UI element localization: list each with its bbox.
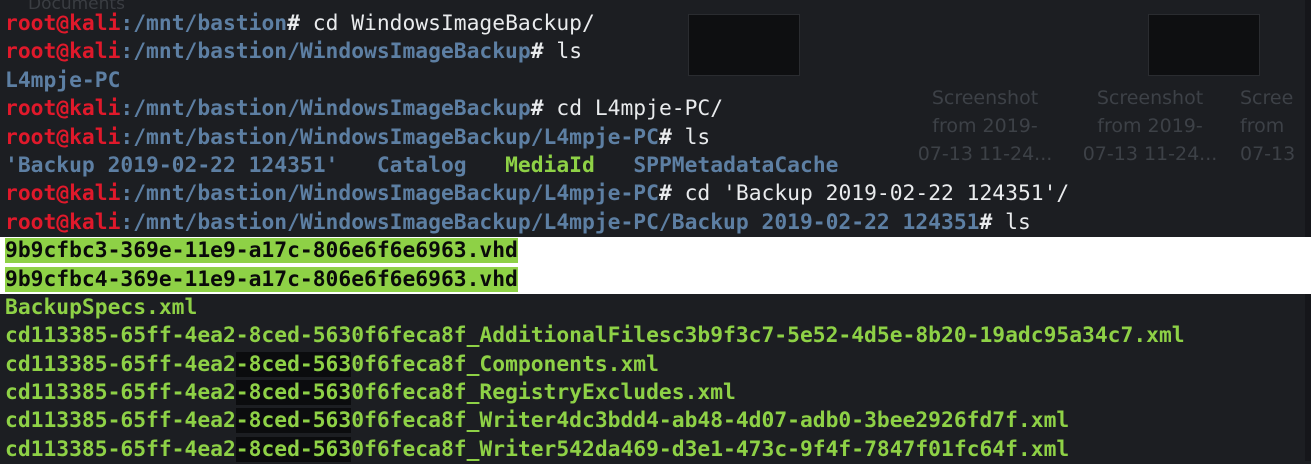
prompt-symbol: #	[658, 181, 672, 207]
ls-output-line: cd113385-65ff-4ea2-8ced-5630f6feca8f_Com…	[5, 351, 1311, 379]
file-entry: cd113385-65ff-4ea2	[5, 351, 236, 377]
file-entry: cd113385-65ff-4ea2-8ced-5630f6feca8f_Add…	[5, 323, 1185, 349]
prompt-path: :/mnt/bastion/WindowsImageBackup/L4mpje-…	[120, 124, 659, 150]
directory-entry: 'Backup 2019-02-22 124351'	[5, 152, 339, 178]
command-text: ls	[671, 124, 711, 150]
file-entry-fragment: -8ced-563	[235, 436, 352, 462]
prompt-symbol: #	[658, 124, 672, 150]
file-entry-fragment: 0f6feca8f_RegistryExcludes.xml	[351, 380, 736, 406]
vhd-file-entry[interactable]: 9b9cfbc3-369e-11e9-a17c-806e6f6e6963.vhd	[5, 238, 518, 264]
ls-output-line: cd113385-65ff-4ea2-8ced-5630f6feca8f_Wri…	[5, 407, 1311, 435]
directory-entry: L4mpje-PC	[5, 67, 121, 93]
file-entry-fragment: -8ced-563	[235, 380, 352, 406]
file-entry: cd113385-65ff-4ea2	[5, 408, 236, 434]
command-text: cd 'Backup 2019-02-22 124351'/	[671, 181, 1070, 207]
command-text: ls	[543, 39, 583, 65]
file-entry-fragment: 0f6feca8f_Writer4dc3bdd4-ab48-4d07-adb0-…	[351, 408, 1070, 434]
prompt-path: :/mnt/bastion/WindowsImageBackup	[120, 96, 531, 122]
ls-output-line-selected[interactable]: 9b9cfbc4-369e-11e9-a17c-806e6f6e6963.vhd	[0, 265, 1311, 294]
prompt-line: root@kali:/mnt/bastion/WindowsImageBacku…	[5, 124, 1311, 152]
prompt-user-host: root@kali	[5, 209, 121, 235]
prompt-user-host: root@kali	[5, 39, 121, 65]
ls-output-line: cd113385-65ff-4ea2-8ced-5630f6feca8f_Wri…	[5, 436, 1311, 464]
terminal-output[interactable]: root@kali:/mnt/bastion# cd WindowsImageB…	[0, 0, 1311, 464]
prompt-line: root@kali:/mnt/bastion/WindowsImageBacku…	[5, 95, 1311, 123]
prompt-line: root@kali:/mnt/bastion# cd WindowsImageB…	[5, 10, 1311, 38]
prompt-user-host: root@kali	[5, 124, 121, 150]
prompt-user-host: root@kali	[5, 181, 121, 207]
file-entry-fragment: 0f6feca8f_Components.xml	[351, 351, 659, 377]
directory-entry: Catalog	[376, 152, 467, 178]
file-entry: MediaId	[505, 152, 595, 178]
prompt-user-host: root@kali	[5, 11, 121, 36]
ls-output-line: cd113385-65ff-4ea2-8ced-5630f6feca8f_Reg…	[5, 379, 1311, 407]
file-entry-fragment: 0f6feca8f_Writer542da469-d3e1-473c-9f4f-…	[351, 436, 1070, 462]
file-entry: BackupSpecs.xml	[5, 294, 198, 320]
directory-entry: SPPMetadataCache	[633, 152, 839, 178]
file-entry-fragment: -8ced-563	[235, 351, 352, 377]
file-entry: cd113385-65ff-4ea2	[5, 380, 236, 406]
prompt-line: root@kali:/mnt/bastion/WindowsImageBacku…	[5, 209, 1311, 237]
ls-output-line: BackupSpecs.xml	[5, 294, 1311, 322]
vhd-file-entry[interactable]: 9b9cfbc4-369e-11e9-a17c-806e6f6e6963.vhd	[5, 266, 518, 292]
prompt-path: :/mnt/bastion/WindowsImageBackup/L4mpje-…	[120, 209, 980, 235]
prompt-symbol: #	[287, 11, 300, 36]
prompt-symbol: #	[530, 96, 544, 122]
prompt-symbol: #	[979, 209, 993, 235]
prompt-line: root@kali:/mnt/bastion/WindowsImageBacku…	[5, 38, 1311, 66]
ls-output-line: cd113385-65ff-4ea2-8ced-5630f6feca8f_Add…	[5, 322, 1311, 350]
prompt-line: root@kali:/mnt/bastion/WindowsImageBacku…	[5, 180, 1311, 208]
prompt-path: :/mnt/bastion	[120, 11, 288, 36]
prompt-path: :/mnt/bastion/WindowsImageBackup	[120, 39, 531, 65]
prompt-path: :/mnt/bastion/WindowsImageBackup/L4mpje-…	[120, 181, 659, 207]
command-text: ls	[992, 209, 1031, 235]
command-text: cd L4mpje-PC/	[543, 96, 724, 122]
ls-output-line: L4mpje-PC	[5, 67, 1311, 95]
ls-output-line: 'Backup 2019-02-22 124351' Catalog Media…	[5, 152, 1311, 180]
prompt-symbol: #	[530, 39, 544, 65]
file-entry: cd113385-65ff-4ea2	[5, 436, 236, 462]
command-text: cd WindowsImageBackup/	[299, 11, 595, 36]
prompt-user-host: root@kali	[5, 96, 121, 122]
file-entry-fragment: -8ced-563	[235, 408, 352, 434]
ls-output-line-selected[interactable]: 9b9cfbc3-369e-11e9-a17c-806e6f6e6963.vhd	[0, 237, 1311, 266]
